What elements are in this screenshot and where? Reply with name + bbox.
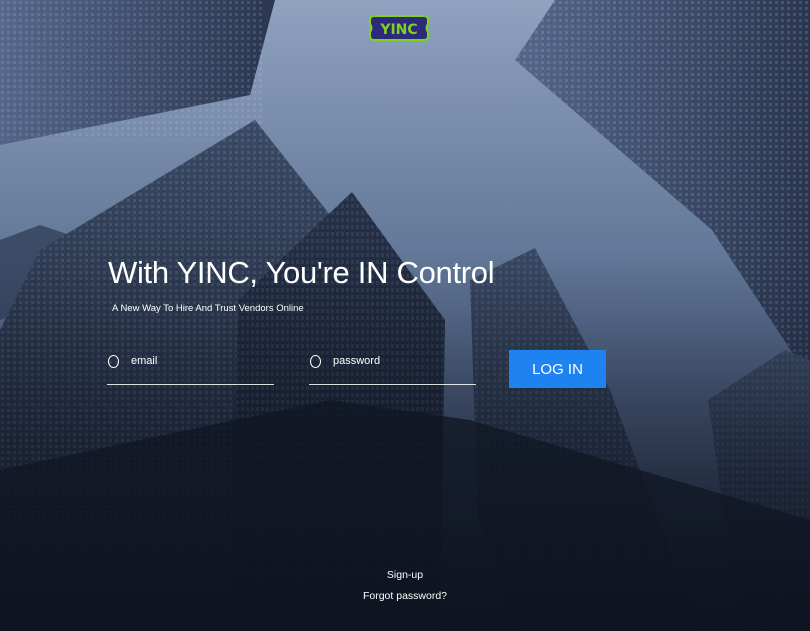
email-field: [107, 350, 274, 385]
login-page: YINC With YINC, You're IN Control A New …: [0, 0, 810, 631]
password-circle-icon: [310, 355, 321, 368]
page-subtitle: A New Way To Hire And Trust Vendors Onli…: [112, 303, 304, 314]
logo-text: YINC: [379, 22, 417, 38]
email-input[interactable]: [131, 352, 266, 370]
password-input[interactable]: [333, 352, 468, 370]
page-title: With YINC, You're IN Control: [108, 255, 495, 290]
background-dim-overlay: [0, 0, 810, 631]
signup-link[interactable]: Sign-up: [0, 569, 810, 581]
yinc-logo: YINC: [368, 13, 430, 43]
login-button[interactable]: LOG IN: [509, 350, 606, 388]
password-field: [309, 350, 476, 385]
email-circle-icon: [108, 355, 119, 368]
forgot-password-link[interactable]: Forgot password?: [0, 590, 810, 602]
